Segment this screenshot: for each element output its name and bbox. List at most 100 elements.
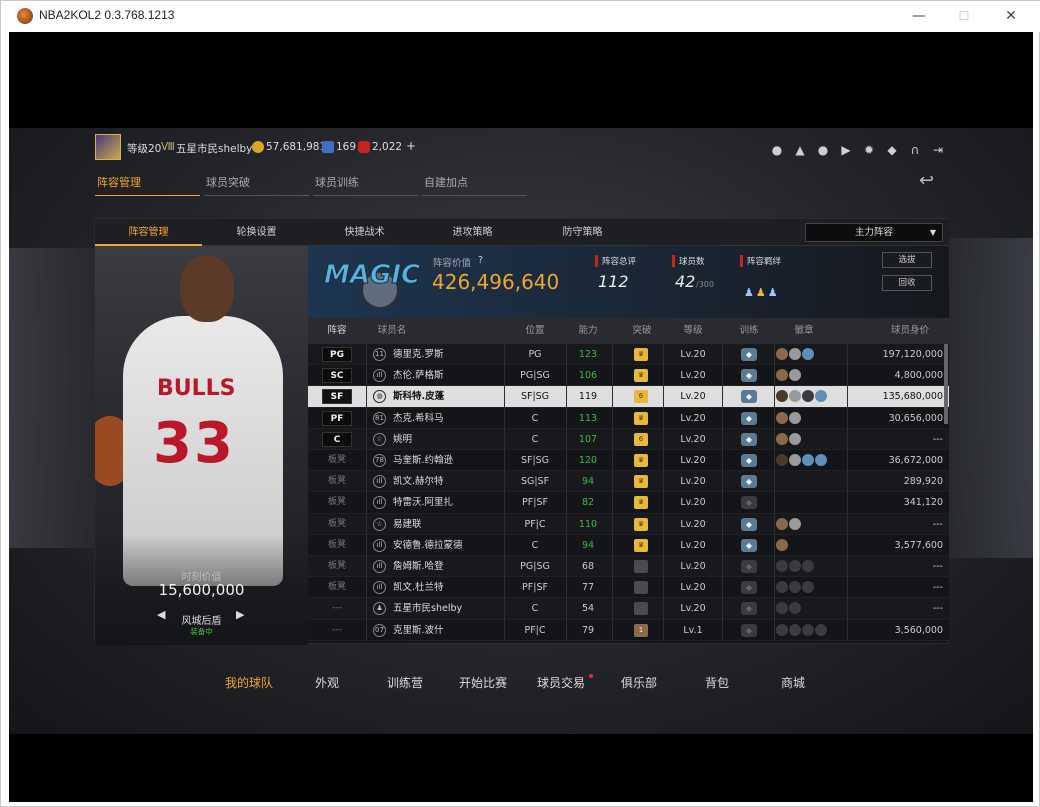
badge-icon [776,517,788,530]
training-icon[interactable]: ◆ [741,517,757,531]
recharge-button[interactable]: + [406,139,416,153]
row-slot: --- [332,603,342,614]
training-icon[interactable]: ◆ [741,623,757,637]
bond-icons[interactable]: ♟♟♟ [744,286,780,299]
select-button[interactable]: 选拔 [882,252,932,268]
main-tabs: 阵容管理 球员突破 球员训练 自建加点 [95,174,535,198]
row-player-name: 凯文.杜兰特 [393,582,444,594]
row-slot: 板凳 [327,582,346,593]
table-row[interactable]: 板凳 ıll 凯文.赫尔特 SG|SF 94 ♛ Lv.20 ◆ 289,920 [308,471,949,493]
training-icon[interactable]: ◆ [741,602,757,616]
video-icon[interactable]: ▶ [839,143,853,157]
row-position: C [531,603,539,615]
column-divider [366,344,367,641]
table-scrollbar[interactable] [944,344,948,424]
badge-icon [802,560,814,572]
nav-player-trade[interactable]: 球员交易 [537,674,585,691]
subtab-defense[interactable]: 防守策略 [529,219,636,246]
arena-background-right [943,238,1033,558]
badge-icon [776,432,788,445]
player-count-max: /300 [696,280,714,289]
col-position: 位置 [525,325,545,336]
table-row[interactable]: 板凳 ıll 凯文.杜兰特 PF|SF 77 Lv.20 ◆ --- [308,577,949,599]
player-type-icon: ◍ [373,390,386,404]
training-icon[interactable]: ◆ [741,369,757,383]
recycle-button[interactable]: 回收 [882,275,932,291]
headset-icon[interactable]: ∩ [908,143,922,157]
table-row[interactable]: C ☆ 姚明 C 107 6 Lv.20 ◆ --- [308,428,949,450]
table-row[interactable]: 板凳 ıll 特雷沃.阿里扎 PF|SF 82 ♛ Lv.20 ◆ 341,120 [308,492,949,514]
lineup-dropdown[interactable]: 主力阵容 ▼ [805,223,943,242]
training-icon[interactable]: ◆ [741,538,757,552]
player-type-icon: ıll [373,369,386,383]
training-icon[interactable]: ◆ [741,560,757,573]
nav-start-game[interactable]: 开始比赛 [459,674,507,691]
player-type-icon: 78 [373,454,386,467]
nav-my-team[interactable]: 我的球队 [225,674,273,691]
next-card-button[interactable]: ▶ [236,608,244,621]
training-icon[interactable]: ◆ [741,454,757,467]
table-row[interactable]: --- ♟ 五星市民shelby C 54 Lv.20 ◆ --- [308,598,949,620]
table-row[interactable]: --- 07 克里斯.波什 PF|C 79 1 Lv.1 ◆ 3,560,000 [308,619,949,641]
training-icon[interactable]: ◆ [741,390,757,404]
training-icon[interactable]: ◆ [741,475,757,489]
training-icon[interactable]: ◆ [741,496,757,510]
table-row[interactable]: PG 11 德里克.罗斯 PG 123 ♛ Lv.20 ◆ 197,120,000 [308,344,949,366]
row-player-name: 马奎斯.约翰逊 [393,455,454,466]
settings-icon[interactable]: ✹ [862,143,876,157]
maximize-button[interactable]: ☐ [944,5,984,27]
table-row[interactable]: 板凳 ıll 詹姆斯.哈登 PG|SG 68 Lv.20 ◆ --- [308,556,949,578]
table-row[interactable]: PF 81 杰克.希科马 C 113 ♛ Lv.20 ◆ 30,656,000 [308,407,949,429]
row-position: C [531,539,539,551]
back-icon[interactable]: ↩ [919,170,947,191]
bell-icon[interactable]: ▲ [793,143,807,157]
jersey-team-text: BULLS [157,376,236,401]
column-divider [612,344,613,641]
training-icon[interactable]: ◆ [741,411,757,425]
tab-training[interactable]: 球员训练 [313,174,418,196]
exit-icon[interactable]: ⇥ [931,143,945,157]
avatar[interactable] [95,134,121,160]
team-summary: MAGIC 阵容价值 ? 426,496,640 阵容总评 112 球员数 42… [308,246,949,318]
training-icon[interactable]: ◆ [741,348,757,361]
subtab-lineup[interactable]: 阵容管理 [95,219,202,246]
game-client: 等级20 Ⅷ 五星市民shelby 57,681,981 169 2,022 +… [9,32,1033,802]
breakthrough-icon: ♛ [634,475,648,489]
nav-club[interactable]: 俱乐部 [621,674,657,691]
row-player-name: 姚明 [393,433,413,445]
friends-icon[interactable]: ● [816,143,830,157]
row-value: 135,680,000 [882,391,943,403]
shield-icon[interactable]: ◆ [885,143,899,157]
minimize-button[interactable]: — [899,5,939,27]
badge-icon [815,623,827,636]
training-icon[interactable]: ◆ [741,581,757,595]
tab-lineup[interactable]: 阵容管理 [95,174,200,196]
subtab-offense[interactable]: 进攻策略 [419,219,526,246]
nav-appearance[interactable]: 外观 [315,674,339,691]
nav-training-camp[interactable]: 训练营 [387,674,423,691]
star-icon [322,141,334,153]
table-row[interactable]: SF ◍ 斯科特.皮蓬 SF|SG 119 6 Lv.20 ◆ 135,680,000 [308,386,949,408]
tab-custom-points[interactable]: 自建加点 [422,174,527,196]
table-row[interactable]: 板凳 ☆ 易建联 PF|C 110 ♛ Lv.20 ◆ --- [308,513,949,535]
table-row[interactable]: 板凳 78 马奎斯.约翰逊 SF|SG 120 ♛ Lv.20 ◆ 36,672,000 [308,450,949,472]
badge-icon [802,348,814,360]
player-type-icon: ☆ [373,432,386,446]
row-position: PG|SG [520,561,550,572]
table-row[interactable]: 板凳 ıll 安德鲁.德拉蒙德 C 94 ♛ Lv.20 ◆ 3,577,600 [308,534,949,556]
training-icon[interactable]: ◆ [741,432,757,446]
row-value: --- [932,433,943,445]
info-icon[interactable]: ? [478,255,483,266]
subtab-quick-tactics[interactable]: 快捷战术 [311,219,418,246]
badge-group [776,560,815,573]
nav-backpack[interactable]: 背包 [705,674,729,691]
badge-group [776,432,802,446]
close-button[interactable]: ✕ [991,5,1031,27]
user-icon[interactable]: ● [770,143,784,157]
subtab-rotation[interactable]: 轮换设置 [203,219,310,246]
nav-shop[interactable]: 商城 [781,674,805,691]
row-position: C [531,433,539,445]
badge-icon [815,454,827,466]
tab-breakthrough[interactable]: 球员突破 [204,174,309,196]
table-row[interactable]: SC ıll 杰伦.萨格斯 PG|SG 106 ♛ Lv.20 ◆ 4,800,000 [308,365,949,387]
